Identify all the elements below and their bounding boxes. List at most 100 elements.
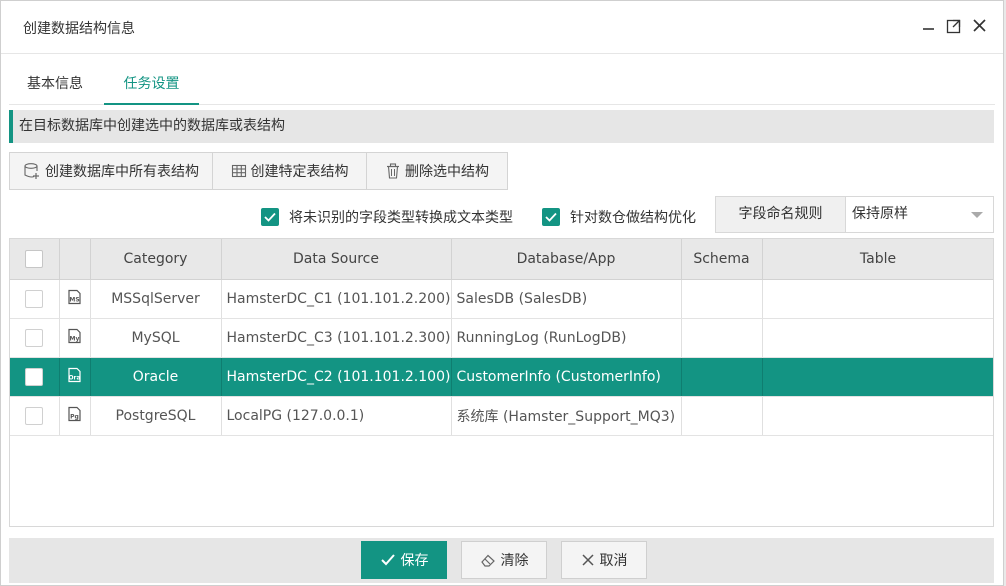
mssql-icon: MS [67, 289, 81, 304]
optimize-dw-checkbox[interactable] [542, 208, 560, 226]
table-row[interactable]: Pg PostgreSQL LocalPG (127.0.0.1) 系统库 (Hams… [10, 396, 993, 436]
section-header: 在目标数据库中创建选中的数据库或表结构 [9, 110, 994, 143]
create-structure-dialog: 创建数据结构信息 基本信息 任务设置 在目标数据库中创建选中的数据库或表结构 创… [0, 0, 1004, 586]
schema-cell [681, 396, 763, 436]
oracle-icon: Ora [67, 367, 81, 382]
row-checkbox[interactable] [25, 367, 44, 386]
row-icon-cell: Pg [59, 396, 91, 436]
column-header-schema[interactable]: Schema [681, 239, 763, 280]
icon-column-header [59, 239, 91, 280]
table-cell [762, 357, 993, 397]
optimize-dw-label: 针对数仓做结构优化 [570, 210, 696, 226]
minimize-button[interactable] [919, 16, 939, 36]
column-header-category[interactable]: Category [90, 239, 222, 280]
tab-task-settings[interactable]: 任务设置 [104, 65, 199, 105]
category-cell: MSSqlServer [90, 279, 222, 319]
add-database-icon [24, 163, 39, 179]
database-cell: 系统库 (Hamster_Support_MQ3) [451, 396, 682, 436]
table-header-row: Category Data Source Database/App Schema… [10, 239, 993, 280]
postgresql-icon: Pg [67, 406, 81, 421]
data-source-cell: HamsterDC_C1 (101.101.2.200) [221, 279, 452, 319]
check-icon [545, 212, 557, 222]
option-convert-unknown[interactable]: 将未识别的字段类型转换成文本类型 [261, 207, 513, 227]
row-checkbox[interactable] [25, 328, 44, 347]
field-naming-rule: 字段命名规则 保持原样 [715, 196, 994, 233]
create-specific-table-label: 创建特定表结构 [250, 164, 349, 180]
save-label: 保存 [400, 553, 429, 569]
close-icon [973, 19, 986, 32]
column-header-table[interactable]: Table [762, 239, 993, 280]
row-icon-cell: Ora [59, 357, 91, 397]
row-checkbox-cell [10, 357, 60, 397]
structure-toolbar: 创建数据库中所有表结构 创建特定表结构 删除选中结构 [9, 152, 508, 190]
clear-label: 清除 [500, 553, 529, 569]
field-naming-select[interactable]: 保持原样 [846, 197, 993, 232]
row-checkbox[interactable] [25, 406, 44, 425]
column-header-data-source[interactable]: Data Source [221, 239, 452, 280]
category-cell: Oracle [90, 357, 222, 397]
footer-bar: 保存 清除 取消 [9, 538, 994, 583]
delete-selected-label: 删除选中结构 [405, 164, 489, 180]
check-icon [380, 554, 395, 566]
create-all-tables-button[interactable]: 创建数据库中所有表结构 [9, 152, 213, 190]
maximize-button[interactable] [944, 16, 964, 36]
row-icon-cell: MS [59, 279, 91, 319]
trash-icon [387, 163, 399, 179]
title-bar: 创建数据结构信息 [1, 1, 1003, 54]
column-header-database[interactable]: Database/App [451, 239, 682, 280]
row-checkbox-cell [10, 318, 60, 358]
dropdown-arrow-icon [971, 212, 983, 218]
maximize-icon [946, 19, 961, 34]
data-source-cell: LocalPG (127.0.0.1) [221, 396, 452, 436]
delete-selected-button[interactable]: 删除选中结构 [366, 152, 508, 190]
convert-unknown-label: 将未识别的字段类型转换成文本类型 [289, 210, 513, 226]
select-all-checkbox[interactable] [25, 249, 44, 268]
option-optimize-dw[interactable]: 针对数仓做结构优化 [542, 207, 696, 227]
table-cell [762, 396, 993, 436]
row-checkbox-cell [10, 279, 60, 319]
cancel-label: 取消 [599, 553, 628, 569]
category-cell: MySQL [90, 318, 222, 358]
table-row[interactable]: Ora Oracle HamsterDC_C2 (101.101.2.100) Cus… [10, 357, 993, 397]
db-type-badge: My [69, 335, 79, 342]
eraser-icon [480, 554, 495, 567]
database-cell: CustomerInfo (CustomerInfo) [451, 357, 682, 397]
db-type-badge: Pg [70, 413, 79, 420]
schema-cell [681, 318, 763, 358]
row-checkbox-cell [10, 396, 60, 436]
schema-cell [681, 357, 763, 397]
structure-grid: Category Data Source Database/App Schema… [9, 238, 994, 527]
data-source-cell: HamsterDC_C2 (101.101.2.100) [221, 357, 452, 397]
database-cell: RunningLog (RunLogDB) [451, 318, 682, 358]
close-icon [581, 554, 594, 566]
structure-table: Category Data Source Database/App Schema… [10, 239, 993, 436]
convert-unknown-checkbox[interactable] [261, 208, 279, 226]
tab-bar: 基本信息 任务设置 [9, 65, 995, 105]
check-icon [264, 212, 276, 222]
close-button[interactable] [970, 16, 990, 36]
table-row[interactable]: My MySQL HamsterDC_C3 (101.101.2.300) Runni… [10, 318, 993, 358]
schema-cell [681, 279, 763, 319]
database-cell: SalesDB (SalesDB) [451, 279, 682, 319]
save-button[interactable]: 保存 [361, 541, 447, 579]
data-source-cell: HamsterDC_C3 (101.101.2.300) [221, 318, 452, 358]
select-all-cell [10, 239, 60, 280]
row-checkbox[interactable] [25, 289, 44, 308]
create-all-tables-label: 创建数据库中所有表结构 [45, 164, 199, 180]
dialog-title: 创建数据结构信息 [23, 21, 135, 37]
db-type-badge: Ora [68, 374, 80, 381]
create-specific-table-button[interactable]: 创建特定表结构 [212, 152, 367, 190]
tab-basic-info[interactable]: 基本信息 [15, 65, 95, 105]
cancel-button[interactable]: 取消 [561, 541, 647, 579]
table-icon [231, 164, 246, 178]
table-cell [762, 318, 993, 358]
row-icon-cell: My [59, 318, 91, 358]
field-naming-label: 字段命名规则 [716, 197, 846, 232]
table-row[interactable]: MS MSSqlServer HamsterDC_C1 (101.101.2.200… [10, 279, 993, 319]
minimize-icon [923, 28, 934, 30]
db-type-badge: MS [69, 296, 79, 303]
category-cell: PostgreSQL [90, 396, 222, 436]
mysql-icon: My [67, 328, 81, 343]
field-naming-value: 保持原样 [852, 206, 908, 222]
clear-button[interactable]: 清除 [461, 541, 547, 579]
